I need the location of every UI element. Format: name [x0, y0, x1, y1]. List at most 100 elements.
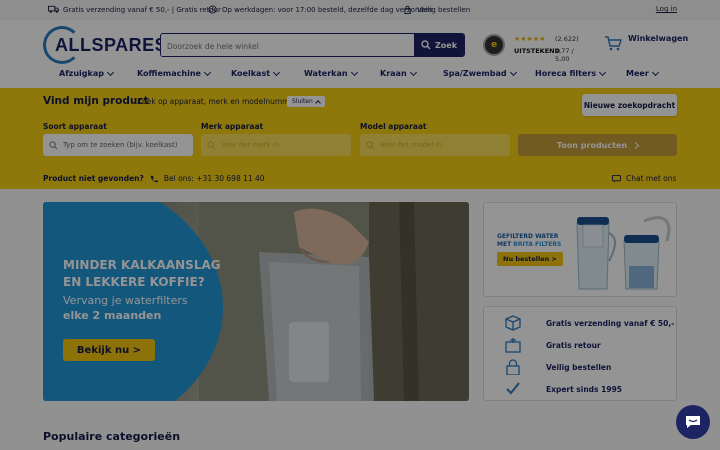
chevron-down-icon	[106, 68, 114, 76]
nav-item-koffiemachine[interactable]: Koffiemachine	[137, 68, 211, 78]
brita-order-button[interactable]: Nu bestellen >	[497, 252, 563, 266]
hero-banner[interactable]: MINDER KALKAANSLAG EN LEKKERE KOFFIE? Ve…	[43, 202, 469, 401]
nav-item-label: Kraan	[380, 69, 407, 78]
phone-icon	[150, 175, 158, 182]
usp-label: Gratis retour	[546, 340, 601, 350]
device-type-placeholder: Typ om te zoeken (bijv. koelkast)	[63, 141, 178, 149]
rating-stars-icon: ★★★★★	[514, 35, 546, 43]
popular-categories-title: Populaire categorieën	[43, 430, 181, 443]
finder-title: Vind mijn product	[43, 95, 149, 107]
nav-item-meer[interactable]: Meer	[626, 68, 659, 78]
brand-label: Merk apparaat	[201, 122, 264, 131]
clock-icon	[208, 5, 217, 14]
nav-item-waterkan[interactable]: Waterkan	[304, 68, 358, 78]
show-products-label: Toon producten	[556, 140, 628, 150]
lock-icon	[404, 5, 411, 14]
chevron-down-icon	[409, 68, 417, 76]
chat-bubble-icon	[686, 416, 700, 428]
usp-item: Expert sinds 1995	[484, 380, 678, 398]
nav-item-spa-zwembad[interactable]: Spa/Zwembad	[443, 68, 517, 78]
brand-placeholder: Voer het merk in	[221, 141, 280, 149]
secure-info: Veilig bestellen	[402, 5, 470, 14]
brita-promo-banner[interactable]: GEFILTERD WATER MET BRITA FILTERS Nu bes…	[483, 202, 677, 297]
nav-item-label: Spa/Zwembad	[443, 69, 507, 78]
secure-text: Veilig bestellen	[417, 5, 471, 14]
brita-title-brand: BRITA FILTERS	[513, 241, 562, 248]
hero-subline-line1: Vervang je waterfilters	[63, 294, 188, 307]
chevron-up-icon	[314, 99, 321, 106]
rating-count: (2.622)	[555, 35, 579, 43]
nav-item-afzuigkap[interactable]: Afzuigkap	[59, 68, 114, 78]
box-icon	[505, 315, 521, 331]
chevron-down-icon	[203, 68, 211, 76]
search-button[interactable]: Zoek	[414, 34, 464, 56]
shipping-info: Gratis verzending vanaf € 50,- | Gratis …	[48, 5, 221, 14]
cart-button[interactable]: Winkelwagen	[604, 34, 689, 51]
chat-widget-button[interactable]	[676, 405, 710, 439]
nav-item-label: Waterkan	[304, 69, 348, 78]
cart-icon	[605, 36, 622, 51]
finder-close-button[interactable]: Sluiten	[287, 96, 325, 107]
truck-icon	[48, 5, 59, 13]
search-icon	[366, 140, 375, 149]
check-icon	[506, 382, 520, 395]
nav-item-label: Meer	[626, 69, 649, 78]
nav-item-horeca-filters[interactable]: Horeca filters	[535, 68, 607, 78]
brita-title: GEFILTERD WATER MET BRITA FILTERS	[497, 233, 561, 249]
search-icon	[421, 40, 431, 50]
search-icon	[49, 140, 58, 149]
chevron-down-icon	[350, 68, 358, 76]
hero-cta-button[interactable]: Bekijk nu >	[63, 339, 155, 361]
main-content: MINDER KALKAANSLAG EN LEKKERE KOFFIE? Ve…	[0, 189, 720, 450]
brita-title-line1: GEFILTERD WATER	[497, 233, 559, 240]
new-search-button[interactable]: Nieuwe zoekopdracht	[582, 94, 677, 116]
rating-score: 4,77 / 5,00	[555, 47, 574, 63]
search-button-label: Zoek	[434, 40, 458, 50]
device-type-input[interactable]: Typ om te zoeken (bijv. koelkast)	[43, 134, 193, 156]
product-finder: Vind mijn product Zoek op apparaat, merk…	[0, 88, 720, 189]
nav-item-kraan[interactable]: Kraan	[380, 68, 417, 78]
delivery-text: Op werkdagen: voor 17:00 besteld, dezelf…	[222, 5, 433, 14]
call-link[interactable]: Bel ons: +31 30 698 11 40	[164, 174, 265, 183]
hero-subline: Vervang je waterfilters elke 2 maanden	[63, 293, 223, 323]
usp-item: Veilig bestellen	[484, 358, 678, 376]
trusted-shops-rating[interactable]: e ★★★★★ (2.622) UITSTEKEND 4,77 / 5,00	[483, 34, 588, 63]
lock-icon	[506, 359, 520, 375]
chevron-down-icon	[509, 68, 517, 76]
hero-headline: MINDER KALKAANSLAG EN LEKKERE KOFFIE?	[63, 257, 223, 291]
search-bar: Zoek	[160, 33, 465, 57]
hero-subline-line2: elke 2 maanden	[63, 309, 162, 322]
nav-item-label: Koelkast	[231, 69, 271, 78]
login-link[interactable]: Log in	[656, 5, 677, 13]
model-placeholder: Voer het model in	[380, 141, 443, 149]
hero-headline-line2: EN LEKKERE KOFFIE?	[63, 275, 205, 289]
cart-label: Winkelwagen	[628, 34, 689, 43]
logo[interactable]: ALLSPARES	[43, 26, 167, 64]
usp-label: Expert sinds 1995	[546, 384, 623, 394]
usp-item: Gratis verzending vanaf € 50,-	[484, 314, 678, 332]
site-header: ALLSPARES Zoek e ★★★★★ (2.622) UITSTEKEN…	[0, 20, 720, 88]
brand-input[interactable]: Voer het merk in	[201, 134, 351, 156]
show-products-button[interactable]: Toon producten	[518, 134, 677, 156]
trusted-shops-seal-icon: e	[483, 34, 505, 56]
nav-item-koelkast[interactable]: Koelkast	[231, 68, 281, 78]
chat-link[interactable]: Chat met ons	[612, 174, 676, 183]
product-not-found: Product niet gevonden? Bel ons: +31 30 6…	[43, 174, 265, 183]
finder-close-label: Sluiten	[292, 98, 313, 105]
coffee-water-tank-image	[199, 202, 469, 401]
delivery-info: Op werkdagen: voor 17:00 besteld, dezelf…	[207, 5, 433, 14]
nav-item-label: Horeca filters	[535, 69, 597, 78]
return-icon	[505, 338, 521, 353]
chevron-down-icon	[651, 68, 659, 76]
hero-headline-line1: MINDER KALKAANSLAG	[63, 258, 221, 272]
main-navigation: Afzuigkap Koffiemachine Koelkast Waterka…	[0, 68, 720, 85]
chevron-right-icon	[632, 141, 640, 149]
finder-subtitle: Zoek op apparaat, merk en modelnummer	[137, 97, 298, 106]
model-input[interactable]: Voer het model in	[360, 134, 510, 156]
nav-item-label: Koffiemachine	[137, 69, 201, 78]
search-input[interactable]	[161, 35, 416, 56]
model-label: Model apparaat	[360, 122, 427, 131]
shipping-text: Gratis verzending vanaf € 50,- | Gratis …	[63, 5, 221, 14]
brita-title-prefix: MET	[497, 241, 514, 248]
usp-label: Gratis verzending vanaf € 50,-	[546, 318, 675, 328]
